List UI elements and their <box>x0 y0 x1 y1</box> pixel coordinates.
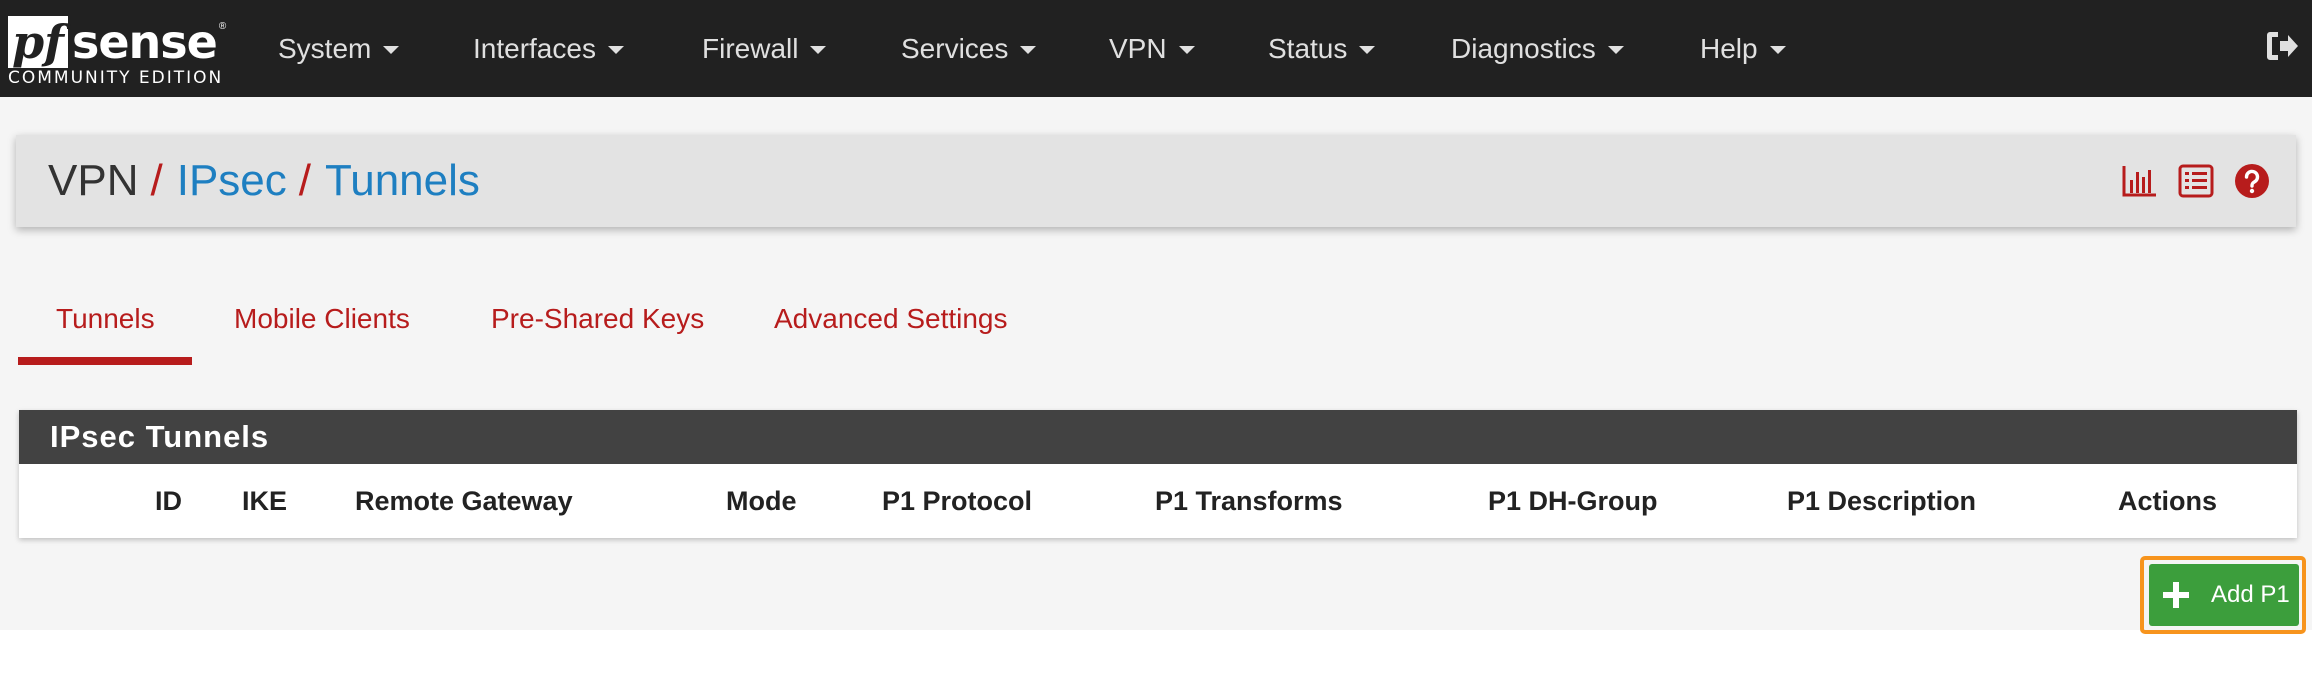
nav-services-label: Services <box>901 32 1009 64</box>
breadcrumb-bar: VPN / IPsec / Tunnels <box>16 135 2296 227</box>
nav-firewall[interactable]: Firewall <box>702 0 827 97</box>
col-header-actions: Actions <box>2118 485 2218 516</box>
ipsec-tunnels-panel: IPsec Tunnels ID IKE Remote Gateway Mode… <box>19 410 2297 538</box>
logout-button[interactable] <box>2264 28 2300 64</box>
nav-interfaces-label: Interfaces <box>473 32 596 64</box>
plus-icon <box>2163 582 2189 608</box>
caret-down-icon <box>1020 46 1037 54</box>
add-p1-label: Add P1 <box>2211 581 2290 608</box>
nav-firewall-label: Firewall <box>702 32 799 64</box>
col-header-ike: IKE <box>242 485 288 516</box>
top-navbar: pf sense ® COMMUNITY EDITION System Interf… <box>0 0 2312 97</box>
nav-system[interactable]: System <box>278 0 400 97</box>
add-p1-button[interactable]: Add P1 <box>2149 564 2299 626</box>
nav-diagnostics[interactable]: Diagnostics <box>1451 0 1624 97</box>
nav-vpn-label: VPN <box>1109 32 1167 64</box>
nav-help-label: Help <box>1700 32 1758 64</box>
nav-status[interactable]: Status <box>1268 0 1376 97</box>
nav-interfaces[interactable]: Interfaces <box>473 0 624 97</box>
caret-down-icon <box>1769 46 1786 54</box>
tab-pre-shared-keys[interactable]: Pre-Shared Keys <box>491 303 704 335</box>
logo-registered-mark: ® <box>218 21 227 32</box>
tab-mobile-clients[interactable]: Mobile Clients <box>234 303 410 335</box>
nav-system-label: System <box>278 32 372 64</box>
col-header-mode: Mode <box>726 485 797 516</box>
pfsense-logo[interactable]: pf sense ® COMMUNITY EDITION <box>8 12 226 90</box>
tab-tunnels[interactable]: Tunnels <box>56 303 155 335</box>
breadcrumb-separator: / <box>298 156 311 205</box>
caret-down-icon <box>1607 46 1624 54</box>
col-header-p1-description: P1 Description <box>1787 485 1977 516</box>
col-header-p1-protocol: P1 Protocol <box>882 485 1033 516</box>
help-icon[interactable] <box>2234 163 2270 199</box>
list-icon[interactable] <box>2178 164 2214 198</box>
caret-down-icon <box>607 46 624 54</box>
nav-diagnostics-label: Diagnostics <box>1451 32 1596 64</box>
logo-edition: COMMUNITY EDITION <box>8 68 224 88</box>
panel-heading: IPsec Tunnels <box>19 410 2297 464</box>
col-header-p1-dh-group: P1 DH-Group <box>1488 485 1658 516</box>
nav-services[interactable]: Services <box>901 0 1037 97</box>
nav-vpn[interactable]: VPN <box>1109 0 1195 97</box>
panel-title: IPsec Tunnels <box>50 419 270 454</box>
breadcrumb-ipsec-link[interactable]: IPsec <box>177 156 287 206</box>
breadcrumb: VPN / IPsec / Tunnels <box>48 135 480 227</box>
page-content: VPN / IPsec / Tunnels Tunnels Mobile Cli… <box>0 97 2312 630</box>
caret-down-icon <box>810 46 827 54</box>
nav-help[interactable]: Help <box>1700 0 1786 97</box>
breadcrumb-separator: / <box>150 156 163 205</box>
bar-chart-icon[interactable] <box>2122 164 2158 198</box>
tab-advanced-settings[interactable]: Advanced Settings <box>774 303 1008 335</box>
page-header-icons <box>2122 135 2270 227</box>
logo-sense: sense <box>71 15 218 69</box>
caret-down-icon <box>1178 46 1195 54</box>
caret-down-icon <box>1359 46 1376 54</box>
nav-status-label: Status <box>1268 32 1348 64</box>
logo-pf: pf <box>8 16 68 68</box>
caret-down-icon <box>383 46 400 54</box>
col-header-remote-gateway: Remote Gateway <box>355 485 573 516</box>
breadcrumb-vpn: VPN <box>48 156 139 205</box>
breadcrumb-tunnels-link[interactable]: Tunnels <box>325 156 480 206</box>
col-header-p1-transforms: P1 Transforms <box>1155 485 1343 516</box>
active-tab-indicator <box>18 357 192 365</box>
sign-out-icon <box>2267 32 2298 60</box>
logo-wordmark: pf sense ® <box>8 12 227 69</box>
col-header-id: ID <box>155 485 182 516</box>
